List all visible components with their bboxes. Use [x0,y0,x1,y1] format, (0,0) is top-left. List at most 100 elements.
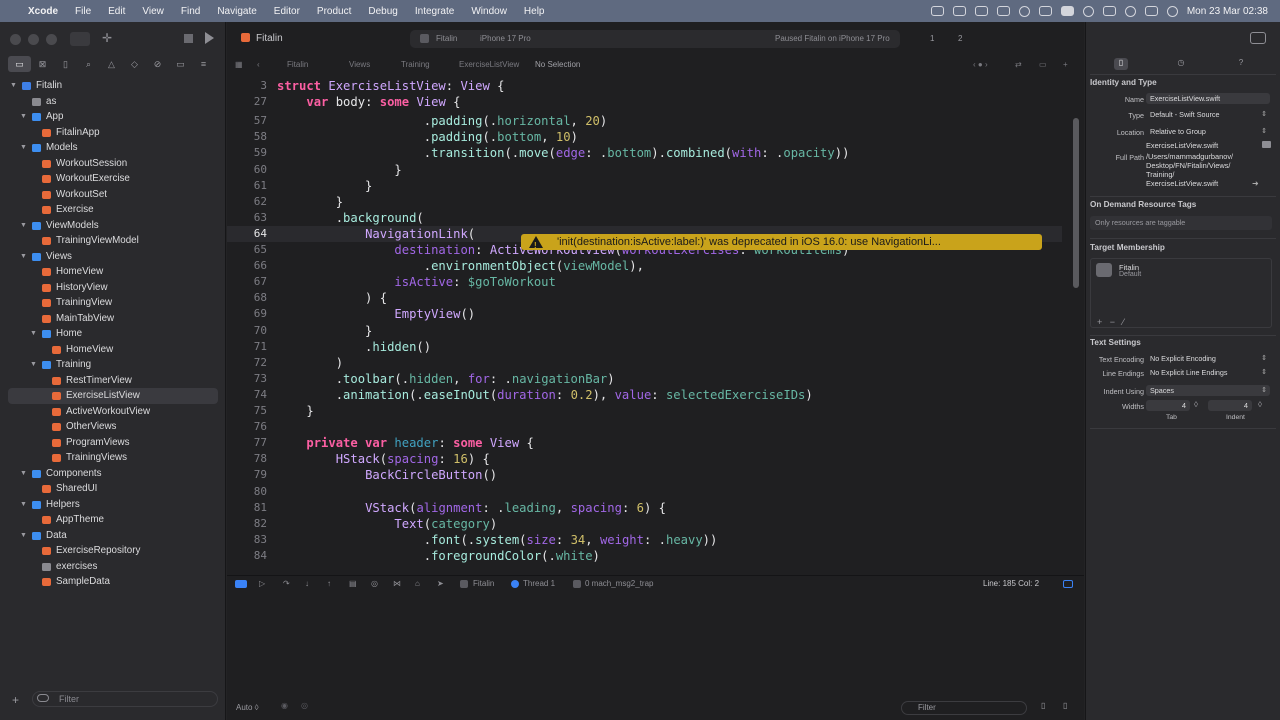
tab-stepper[interactable]: ◊ [1194,400,1198,409]
code-line[interactable]: 72 ) [227,355,1062,371]
tree-item-trainingviews[interactable]: TrainingViews [0,450,226,466]
tests-tab-icon[interactable]: ◇ [123,56,146,72]
menu-edit[interactable]: Edit [108,6,125,17]
menu-view[interactable]: View [142,6,164,17]
status-vpn-icon[interactable] [1018,5,1030,17]
source-control-tab-icon[interactable]: ⊠ [31,56,54,72]
indent-using-select[interactable]: Spaces ⇕ [1146,385,1270,396]
minimize-window-button[interactable] [28,34,39,45]
project-navigator-tab-icon[interactable]: ▭ [8,56,31,72]
add-file-button[interactable]: + [12,693,19,707]
bookmarks-tab-icon[interactable]: ▯ [54,56,77,72]
status-display-icon[interactable] [974,6,988,16]
code-line[interactable]: 67 isActive: $goToWorkout [227,274,1062,290]
membership-controls[interactable]: + − ⁄ [1097,317,1124,327]
tree-item-training[interactable]: ▼ Training [0,357,226,373]
run-button[interactable] [205,32,214,44]
tree-item-exerciselistview[interactable]: ExerciseListView [8,388,218,404]
debug-target[interactable]: Fitalin [473,576,494,592]
debug-tab-icon[interactable]: ⊘ [146,56,169,72]
siri-icon[interactable] [1166,5,1178,17]
menu-integrate[interactable]: Integrate [415,6,454,17]
control-center-icon[interactable] [1144,6,1158,16]
location-select[interactable]: Relative to Group ⇕ [1146,126,1270,137]
code-line[interactable]: 59 .transition(.move(edge: .bottom).comb… [227,145,1062,161]
tree-item-helpers[interactable]: ▼ Helpers [0,497,226,513]
tree-item-programviews[interactable]: ProgramViews [0,435,226,451]
menu-editor[interactable]: Editor [274,6,300,17]
menu-product[interactable]: Product [317,6,351,17]
code-area[interactable]: 3 struct ExerciseListView: View {27 var b… [227,78,1062,592]
debug-frame[interactable]: 0 mach_msg2_trap [585,576,653,592]
tree-item-exerciserepository[interactable]: ExerciseRepository [0,543,226,559]
line-endings-select[interactable]: No Explicit Line Endings ⇕ [1146,367,1270,378]
issues-tab-icon[interactable]: △ [100,56,123,72]
menu-app[interactable]: Xcode [28,6,58,17]
tree-item-workoutexercise[interactable]: WorkoutExercise [0,171,226,187]
status-pen-icon[interactable] [996,6,1010,16]
split-view-icon[interactable]: ▯ [1063,701,1067,710]
step-in-icon[interactable]: ↓ [305,576,309,592]
menu-help[interactable]: Help [524,6,545,17]
disclosure-chevron-icon[interactable]: ▼ [20,109,27,125]
step-over-icon[interactable]: ↷ [283,576,290,592]
code-line[interactable]: 61 } [227,178,1062,194]
code-line[interactable]: 79 BackCircleButton() [227,467,1062,483]
memory-graph-icon[interactable]: ◎ [371,576,378,592]
tab-width-field[interactable]: 4 [1146,400,1190,411]
code-line[interactable]: 60 } [227,162,1062,178]
code-line[interactable]: 57 .padding(.horizontal, 20) [227,113,1062,129]
deprecation-warning-banner[interactable]: 'init(destination:isActive:label:)' was … [521,234,1042,250]
tree-item-viewmodels[interactable]: ▼ ViewModels [0,218,226,234]
disclosure-chevron-icon[interactable]: ▼ [20,249,27,265]
add-editor-icon[interactable]: + [1063,58,1068,72]
help-inspector-tab-icon[interactable]: ? [1234,58,1248,70]
code-line[interactable]: 80 [227,484,1062,500]
tree-item-homeview[interactable]: HomeView [0,342,226,358]
scheme-selector[interactable]: Fitalin [436,30,457,48]
code-line[interactable]: 81 VStack(alignment: .leading, spacing: … [227,500,1062,516]
status-screen-icon[interactable] [952,6,966,16]
menu-file[interactable]: File [75,6,91,17]
code-line[interactable]: 62 } [227,194,1062,210]
jump-bar-file[interactable]: ExerciseListView [459,58,519,72]
history-inspector-tab-icon[interactable]: ◷ [1174,58,1188,70]
warning-count[interactable]: 1 [930,30,934,48]
indent-width-field[interactable]: 4 [1208,400,1252,411]
name-field[interactable]: ExerciseListView.swift [1146,93,1270,104]
step-out-icon[interactable]: ↑ [327,576,331,592]
disclosure-chevron-icon[interactable]: ▼ [20,497,27,513]
minimap-icon[interactable]: ▭ [1039,58,1047,72]
disclosure-chevron-icon[interactable]: ▼ [20,218,27,234]
disclosure-chevron-icon[interactable]: ▼ [30,326,37,342]
variables-scope-selector[interactable]: Auto ◊ [236,703,259,712]
console-filter-input[interactable]: Filter [901,701,1027,715]
tree-item-trainingviewmodel[interactable]: TrainingViewModel [0,233,226,249]
code-line[interactable]: 78 HStack(spacing: 16) { [227,451,1062,467]
code-line[interactable]: 63 .background( [227,210,1062,226]
navigator-filter-input[interactable]: Filter [32,691,218,707]
tree-item-fitalin[interactable]: ▼ Fitalin [0,78,226,94]
type-select[interactable]: Default - Swift Source ⇕ [1146,109,1270,120]
eye-icon[interactable]: ◎ [301,701,308,710]
code-line[interactable]: 84 .foregroundColor(.white) [227,548,1062,564]
tree-item-otherviews[interactable]: OtherViews [0,419,226,435]
continue-icon[interactable]: ▷ [259,576,265,592]
menu-window[interactable]: Window [471,6,507,17]
tree-item-as[interactable]: as [0,94,226,110]
disclosure-chevron-icon[interactable]: ▼ [20,466,27,482]
indent-stepper[interactable]: ◊ [1258,400,1262,409]
trash-icon[interactable]: ▯ [1041,701,1045,710]
code-line[interactable]: 70 } [227,323,1062,339]
env-overrides-icon[interactable]: ⋈ [393,576,401,592]
code-line[interactable]: 71 .hidden() [227,339,1062,355]
issue-nav-icon[interactable]: ‹ ● › [973,58,988,72]
tree-item-historyview[interactable]: HistoryView [0,280,226,296]
code-line[interactable]: 66 .environmentObject(viewModel), [227,258,1062,274]
tree-item-views[interactable]: ▼ Views [0,249,226,265]
jump-bar-selection[interactable]: No Selection [535,58,580,72]
jump-bar-training[interactable]: Training [401,58,430,72]
battery-icon[interactable] [1102,6,1116,16]
tree-item-components[interactable]: ▼ Components [0,466,226,482]
status-n-icon[interactable] [1038,6,1052,16]
